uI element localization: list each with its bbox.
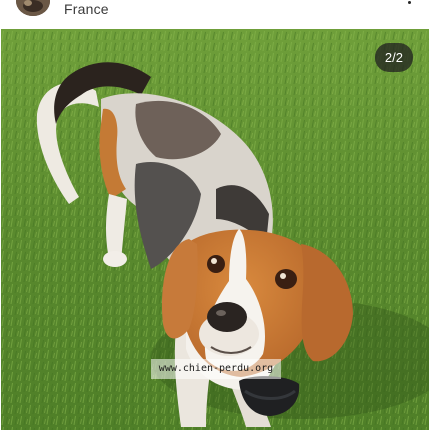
post-header: France [0,0,430,28]
more-vertical-icon [407,0,411,4]
post-location[interactable]: France [64,1,109,17]
photo-watermark: www.chien-perdu.org [151,359,281,379]
post-photo[interactable]: 2/2 www.chien-perdu.org [1,29,429,430]
avatar[interactable] [16,0,50,16]
more-options-button[interactable] [402,0,416,10]
carousel-counter-badge: 2/2 [374,43,413,72]
